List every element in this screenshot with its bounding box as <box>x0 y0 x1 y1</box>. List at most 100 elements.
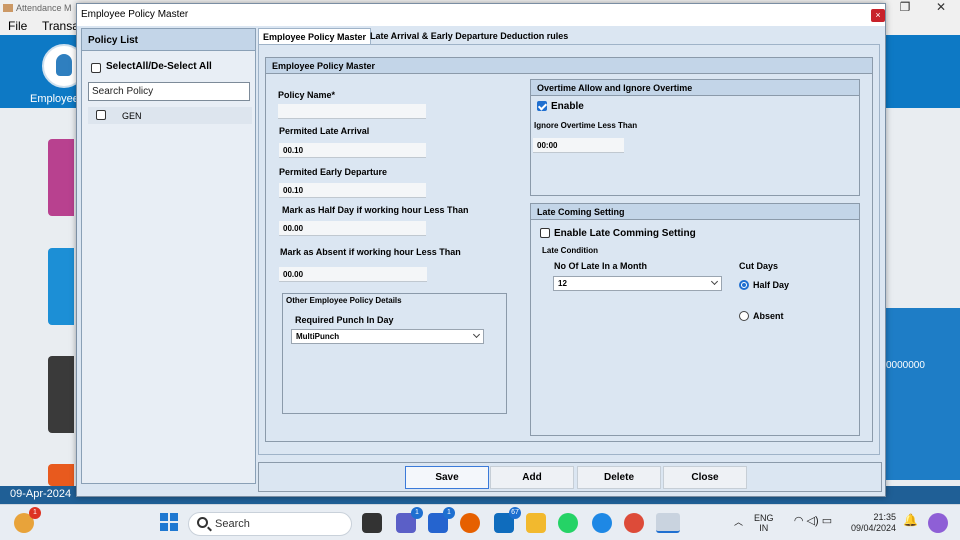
radio-absent[interactable] <box>739 311 749 321</box>
delete-button[interactable]: Delete <box>577 466 661 489</box>
weather-icon[interactable]: 1 <box>14 507 41 533</box>
absent-field[interactable]: 00.00 <box>279 267 427 282</box>
weather-badge: 1 <box>29 507 41 519</box>
app-icon <box>3 4 13 12</box>
windows-icon <box>160 513 178 531</box>
late-coming-group: Late Coming Setting Enable Late Comming … <box>530 203 860 436</box>
taskbar-search-label: Search <box>215 518 250 530</box>
required-punch-value: MultiPunch <box>296 332 340 341</box>
browser-icon[interactable] <box>592 513 612 533</box>
half-day-label: Mark as Half Day if working hour Less Th… <box>282 205 469 215</box>
restore-icon[interactable]: ❐ <box>890 0 920 17</box>
ribbon-employee-label[interactable]: Employee <box>30 93 79 105</box>
notification-bell-icon[interactable]: 🔔 <box>903 514 918 526</box>
firefox-icon[interactable] <box>460 513 480 533</box>
other-policy-group: Other Employee Policy Details Required P… <box>282 293 507 414</box>
taskbar-search[interactable]: Search <box>188 512 352 536</box>
language-indicator[interactable]: ENG IN <box>754 513 774 533</box>
taskbar: 1 Search 1 1 67 ︿ ENG IN ◠ ◁) ▭ 21:35 09… <box>0 504 960 540</box>
dialog-close-button[interactable]: × <box>871 9 885 22</box>
no-of-late-label: No Of Late In a Month <box>554 261 647 271</box>
ignore-overtime-field[interactable]: 00:00 <box>533 138 624 153</box>
ignore-overtime-label: Ignore Overtime Less Than <box>534 121 638 130</box>
clock-time: 21:35 <box>873 512 896 522</box>
radio-absent-label[interactable]: Absent <box>753 311 784 321</box>
absent-label: Mark as Absent if working hour Less Than <box>280 247 461 257</box>
policy-name-field[interactable] <box>278 104 426 119</box>
policy-item-label: GEN <box>122 111 142 121</box>
save-button[interactable]: Save <box>405 466 489 489</box>
mail-badge: 67 <box>509 507 521 519</box>
late-coming-enable-label[interactable]: Enable Late Comming Setting <box>554 228 696 239</box>
no-of-late-value: 12 <box>558 279 567 288</box>
select-all-checkbox[interactable] <box>91 63 101 73</box>
overtime-group: Overtime Allow and Ignore Overtime Enabl… <box>530 79 860 196</box>
task-view-icon[interactable] <box>362 513 382 533</box>
required-punch-label: Required Punch In Day <box>295 315 394 325</box>
dialog-titlebar: Employee Policy Master × <box>77 4 885 26</box>
late-arrival-field[interactable]: 00.10 <box>279 143 426 158</box>
chrome-icon[interactable] <box>624 513 644 533</box>
mail-icon[interactable]: 67 <box>494 507 521 533</box>
tile-4[interactable] <box>48 464 74 486</box>
overtime-group-title: Overtime Allow and Ignore Overtime <box>531 80 859 96</box>
late-coming-enable-checkbox[interactable] <box>540 228 550 238</box>
network-volume-battery-icons[interactable]: ◠ ◁) ▭ <box>790 516 836 527</box>
policy-list-item[interactable]: GEN <box>88 107 252 124</box>
tab-content: Employee Policy Master Policy Name* Perm… <box>258 44 880 455</box>
radio-half-day-label[interactable]: Half Day <box>753 280 789 290</box>
close-button[interactable]: Close <box>663 466 747 489</box>
dialog-title: Employee Policy Master <box>81 9 189 20</box>
menu-transactions[interactable]: Transa <box>42 19 79 33</box>
status-date: 09-Apr-2024 <box>10 488 72 500</box>
employee-policy-master-dialog: Employee Policy Master × Policy List Sel… <box>76 3 886 497</box>
teams-icon[interactable]: 1 <box>396 507 423 533</box>
close-icon[interactable]: ✕ <box>926 0 956 17</box>
todo-icon[interactable]: 1 <box>428 507 455 533</box>
radio-half-day[interactable] <box>739 280 749 290</box>
language-code: ENG <box>754 513 774 523</box>
policy-name-label: Policy Name* <box>278 90 336 100</box>
language-region: IN <box>759 523 769 533</box>
menu-file[interactable]: File <box>8 19 27 33</box>
tile-3[interactable] <box>48 356 74 433</box>
whatsapp-icon[interactable] <box>558 513 578 533</box>
select-all-label[interactable]: SelectAll/De-Select All <box>106 61 212 72</box>
policy-item-checkbox[interactable] <box>96 110 106 120</box>
overtime-enable-checkbox[interactable] <box>537 101 547 111</box>
tile-2[interactable] <box>48 248 74 325</box>
late-arrival-label: Permited Late Arrival <box>279 126 370 136</box>
attendance-app-icon[interactable] <box>656 513 680 533</box>
add-button[interactable]: Add <box>490 466 574 489</box>
policy-master-group-title: Employee Policy Master <box>266 58 872 74</box>
right-panel <box>886 308 960 480</box>
chevron-down-icon <box>710 277 719 286</box>
tab-employee-policy-master[interactable]: Employee Policy Master <box>258 28 372 44</box>
early-departure-field[interactable]: 00.10 <box>279 183 426 198</box>
policy-list-header: Policy List <box>82 29 255 51</box>
late-coming-group-title: Late Coming Setting <box>531 204 859 220</box>
other-policy-group-title: Other Employee Policy Details <box>286 296 402 305</box>
required-punch-select[interactable]: MultiPunch <box>291 329 484 344</box>
early-departure-label: Permited Early Departure <box>279 167 388 177</box>
button-bar: Save Add Delete Close <box>258 462 882 492</box>
cut-days-label: Cut Days <box>739 261 779 271</box>
chevron-up-icon[interactable]: ︿ <box>734 517 743 527</box>
policy-list-panel: Policy List SelectAll/De-Select All Sear… <box>81 28 256 484</box>
todo-badge: 1 <box>443 507 455 519</box>
tile-1[interactable] <box>48 139 74 216</box>
policy-master-group: Employee Policy Master Policy Name* Perm… <box>265 57 873 442</box>
no-of-late-select[interactable]: 12 <box>553 276 722 291</box>
copilot-icon[interactable] <box>928 513 948 533</box>
chevron-down-icon <box>472 330 481 339</box>
half-day-field[interactable]: 00.00 <box>279 221 426 236</box>
overtime-enable-label[interactable]: Enable <box>551 101 584 112</box>
late-condition-label: Late Condition <box>542 246 598 255</box>
search-policy-input[interactable]: Search Policy <box>88 82 250 101</box>
taskbar-clock[interactable]: 21:35 09/04/2024 <box>848 512 896 534</box>
tab-late-arrival-rules[interactable]: Late Arrival & Early Departure Deduction… <box>366 28 572 44</box>
file-explorer-icon[interactable] <box>526 513 546 533</box>
background-window-title: Attendance M <box>16 3 72 13</box>
clock-date: 09/04/2024 <box>850 523 896 533</box>
start-button[interactable] <box>160 513 180 533</box>
